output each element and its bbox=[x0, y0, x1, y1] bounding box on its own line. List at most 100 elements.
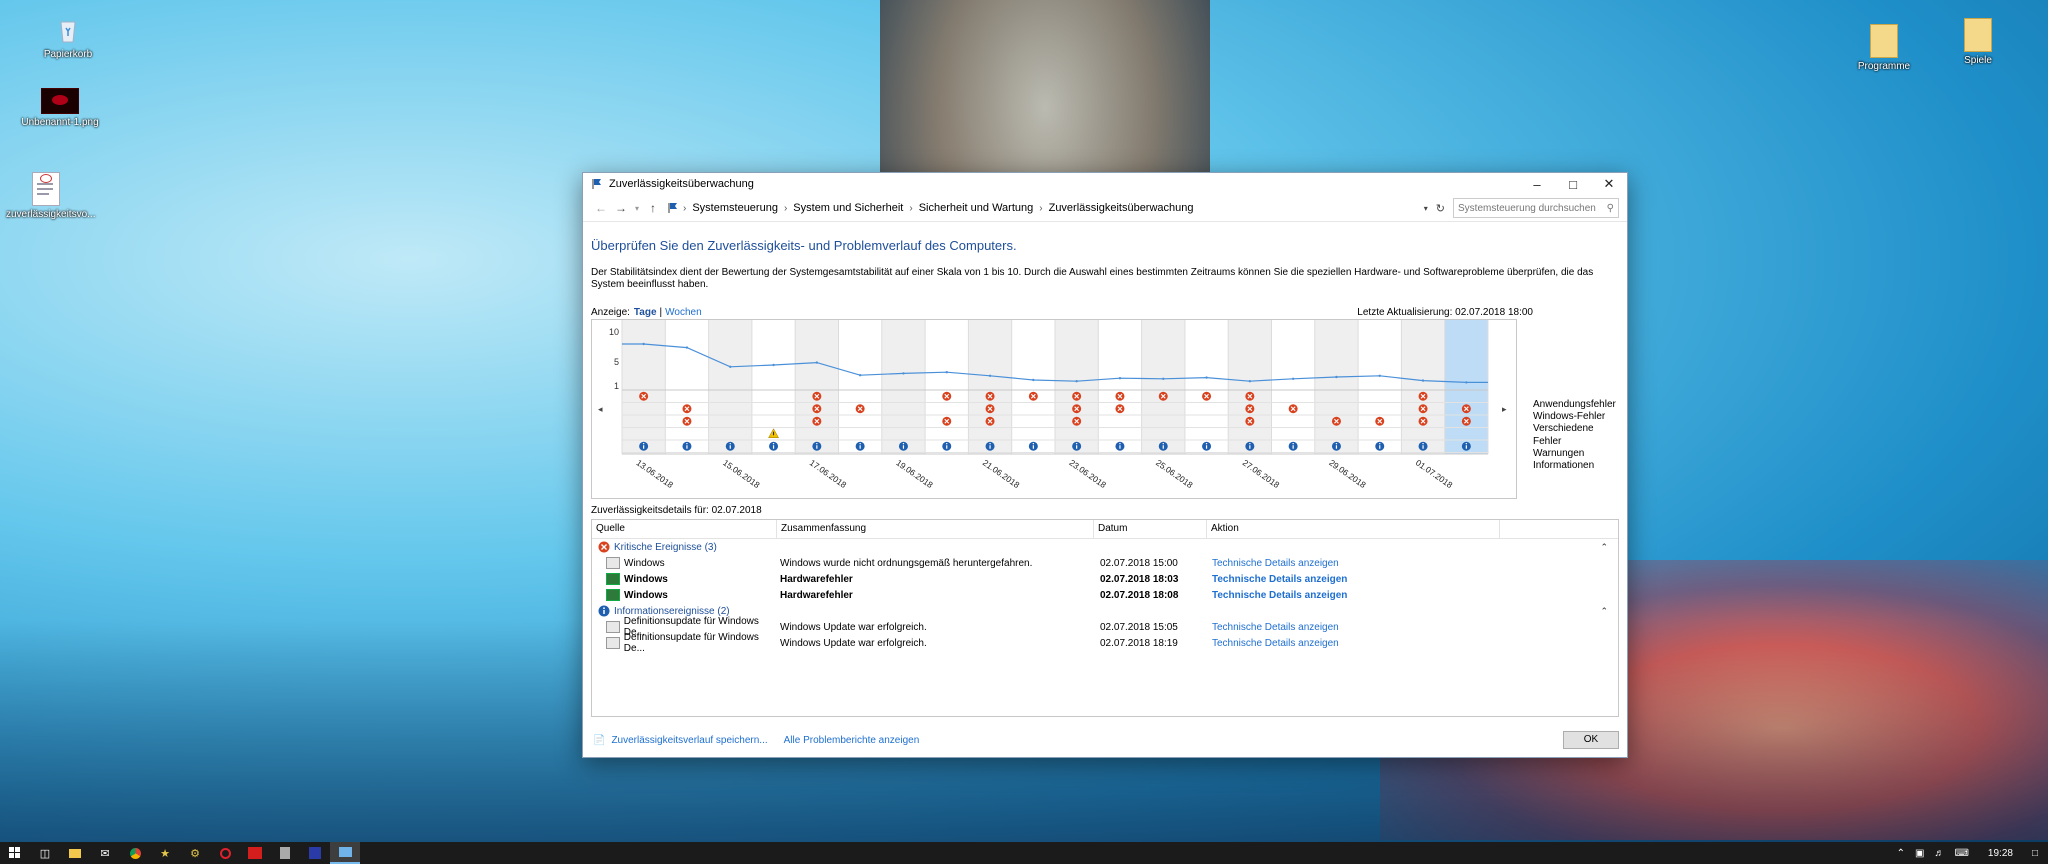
start-button[interactable] bbox=[0, 842, 30, 864]
table-row[interactable]: Definitionsupdate für Windows De... Wind… bbox=[592, 632, 1618, 654]
technical-details-link[interactable]: Technische Details anzeigen bbox=[1212, 622, 1339, 633]
chart-day-column[interactable] bbox=[665, 320, 709, 454]
breadcrumb-item[interactable]: Sicherheit und Wartung bbox=[919, 202, 1034, 214]
desktop-icon-image[interactable]: Unbenannt-1.png bbox=[20, 88, 100, 128]
ok-button[interactable]: OK bbox=[1563, 731, 1619, 749]
app-icon[interactable] bbox=[240, 842, 270, 864]
breadcrumb-item[interactable]: System und Sicherheit bbox=[793, 202, 903, 214]
column-header[interactable]: Datum bbox=[1094, 520, 1207, 538]
chart-day-column[interactable] bbox=[1141, 320, 1185, 454]
info-icon-dot bbox=[1465, 442, 1468, 445]
recent-dropdown-icon[interactable]: ▾ bbox=[631, 204, 643, 213]
chart-date-label: 27.06.2018 bbox=[1241, 457, 1282, 490]
chart-date-label: 25.06.2018 bbox=[1154, 457, 1195, 490]
chart-scroll-left-icon[interactable]: ◂ bbox=[598, 405, 603, 415]
chart-day-column[interactable] bbox=[838, 320, 882, 454]
column-header[interactable]: Quelle bbox=[592, 520, 777, 538]
chart-day-column[interactable] bbox=[968, 320, 1012, 454]
chart-day-column[interactable] bbox=[1098, 320, 1142, 454]
row-source: Windows bbox=[624, 573, 668, 585]
column-header[interactable]: Aktion bbox=[1207, 520, 1500, 538]
chart-day-column[interactable] bbox=[1011, 320, 1055, 454]
close-button[interactable]: ✕ bbox=[1591, 173, 1627, 195]
chart-day-column[interactable] bbox=[1314, 320, 1359, 454]
forward-arrow-icon[interactable]: → bbox=[611, 201, 631, 215]
desktop-icon-document[interactable]: zuverlässigkeitsvo... bbox=[6, 172, 95, 220]
collapse-icon[interactable]: ⌃ bbox=[1600, 542, 1608, 553]
info-icon-dot bbox=[1379, 442, 1381, 445]
technical-details-link[interactable]: Technische Details anzeigen bbox=[1212, 574, 1347, 585]
chart-day-column[interactable] bbox=[708, 320, 752, 454]
mail-icon[interactable]: ✉ bbox=[90, 842, 120, 864]
desktop-icon-label: Papierkorb bbox=[43, 49, 93, 60]
app-icon[interactable]: ⚙ bbox=[180, 842, 210, 864]
desktop-icon-spiele[interactable]: Spiele bbox=[1938, 18, 2018, 66]
reliability-taskbar-icon[interactable] bbox=[330, 842, 360, 864]
technical-details-link[interactable]: Technische Details anzeigen bbox=[1212, 558, 1339, 569]
recycle-bin-icon bbox=[53, 16, 83, 46]
stability-index-point bbox=[772, 363, 775, 367]
title-bar[interactable]: Zuverlässigkeitsüberwachung – □ ✕ bbox=[583, 173, 1627, 195]
info-icon-dot bbox=[1205, 442, 1208, 445]
explorer-icon[interactable] bbox=[60, 842, 90, 864]
chart-day-column[interactable] bbox=[1055, 320, 1099, 454]
chart-day-column[interactable] bbox=[1271, 320, 1315, 454]
breadcrumb-chevron-icon: › bbox=[783, 202, 788, 214]
all-reports-link[interactable]: Alle Problemberichte anzeigen bbox=[784, 735, 920, 746]
minimize-button[interactable]: – bbox=[1519, 173, 1555, 195]
info-icon-dot bbox=[1119, 442, 1121, 445]
chart-scroll-right-icon[interactable]: ▸ bbox=[1502, 405, 1507, 415]
chart-day-column[interactable] bbox=[1184, 320, 1229, 454]
info-icon-dot bbox=[642, 442, 645, 445]
view-weeks-link[interactable]: Wochen bbox=[665, 307, 702, 318]
table-row[interactable]: Windows Hardwarefehler 02.07.2018 18:08 … bbox=[592, 587, 1618, 603]
legend-item: Anwendungsfehler bbox=[1533, 399, 1616, 410]
info-icon-dot bbox=[772, 442, 775, 445]
stability-index-point bbox=[1248, 380, 1252, 383]
up-arrow-icon[interactable]: ↑ bbox=[643, 201, 663, 215]
desktop-icon-recycle-bin[interactable]: Papierkorb bbox=[28, 16, 108, 60]
chart-day-column[interactable] bbox=[622, 320, 666, 454]
app-icon[interactable] bbox=[300, 842, 330, 864]
table-row[interactable]: Windows Hardwarefehler 02.07.2018 18:03 … bbox=[592, 571, 1618, 587]
save-history-link[interactable]: Zuverlässigkeitsverlauf speichern... bbox=[611, 735, 767, 746]
column-header[interactable]: Zusammenfassung bbox=[777, 520, 1094, 538]
chart-date-label: 19.06.2018 bbox=[894, 457, 935, 490]
group-critical[interactable]: Kritische Ereignisse (3) ⌃ bbox=[592, 539, 1618, 555]
chart-day-column[interactable] bbox=[925, 320, 969, 454]
chart-day-column[interactable] bbox=[1401, 320, 1445, 454]
task-view-icon[interactable]: ◫ bbox=[30, 842, 60, 864]
technical-details-link[interactable]: Technische Details anzeigen bbox=[1212, 638, 1339, 649]
collapse-icon[interactable]: ⌃ bbox=[1600, 606, 1608, 617]
tray-chevron-icon[interactable]: ⌃ bbox=[1897, 848, 1905, 859]
refresh-icon[interactable]: ↻ bbox=[1436, 202, 1445, 215]
view-days-link[interactable]: Tage bbox=[634, 307, 657, 318]
technical-details-link[interactable]: Technische Details anzeigen bbox=[1212, 590, 1347, 601]
clock[interactable]: 19:28 bbox=[1988, 848, 2013, 859]
desktop-icon-programme[interactable]: Programme bbox=[1844, 24, 1924, 72]
chart-day-column[interactable] bbox=[795, 320, 839, 454]
volume-icon[interactable]: ♬ bbox=[1934, 848, 1944, 859]
table-row[interactable]: Windows Windows wurde nicht ordnungsgemä… bbox=[592, 555, 1618, 571]
notification-icon[interactable]: □ bbox=[2032, 848, 2038, 859]
app-icon[interactable]: ★ bbox=[150, 842, 180, 864]
app-icon[interactable] bbox=[270, 842, 300, 864]
chart-day-column[interactable] bbox=[1358, 320, 1402, 454]
keyboard-icon[interactable]: ⌨ bbox=[1954, 848, 1968, 859]
network-icon[interactable]: ▣ bbox=[1915, 848, 1924, 859]
chart-y-tick-label: 10 bbox=[609, 327, 619, 337]
chrome-icon[interactable] bbox=[120, 842, 150, 864]
address-dropdown-icon[interactable]: ▾ bbox=[1424, 204, 1428, 213]
stability-chart[interactable]: 10 5 1 13.06.2018 15.06.2018 17.06.2018 19.06.… bbox=[591, 319, 1517, 499]
search-input[interactable]: Systemsteuerung durchsuchen ⚲ bbox=[1453, 198, 1619, 218]
desktop-icon-label: Unbenannt-1.png bbox=[21, 117, 99, 128]
chart-day-column[interactable] bbox=[1228, 320, 1272, 454]
opera-icon[interactable] bbox=[210, 842, 240, 864]
back-arrow-icon[interactable]: ← bbox=[591, 201, 611, 215]
chart-day-column[interactable] bbox=[881, 320, 926, 454]
breadcrumb-item[interactable]: Systemsteuerung bbox=[692, 202, 778, 214]
chart-day-column[interactable] bbox=[1444, 320, 1488, 454]
breadcrumb-chevron-icon: › bbox=[1039, 202, 1043, 214]
maximize-button[interactable]: □ bbox=[1555, 173, 1591, 195]
breadcrumb-item[interactable]: Zuverlässigkeitsüberwachung bbox=[1049, 202, 1194, 214]
